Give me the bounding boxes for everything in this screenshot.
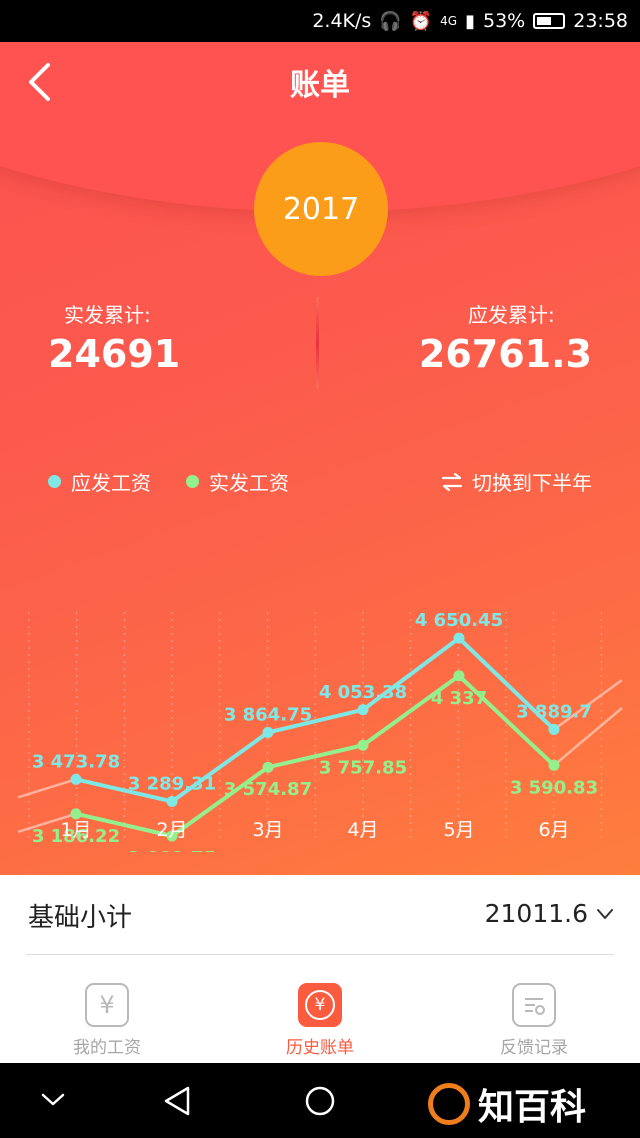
summary-divider	[316, 297, 319, 389]
subtotal-value: 21011.6	[484, 899, 588, 928]
swap-icon	[442, 472, 462, 491]
bill-hero: 账单 2017 实发累计: 24691 应发累计: 26761.3 应发工资 实…	[0, 42, 640, 875]
tab-feedback-record-label: 反馈记录	[500, 1038, 568, 1058]
legend-gross-dot	[48, 475, 61, 488]
clock: 23:58	[573, 10, 628, 32]
legend-gross-label: 应发工资	[71, 471, 151, 495]
data-point	[70, 808, 82, 820]
data-point	[262, 761, 274, 773]
data-point	[548, 723, 560, 735]
feedback-record-icon	[512, 983, 556, 1027]
history-yen-icon: ¥	[298, 983, 342, 1027]
network-speed: 2.4K/s	[312, 10, 372, 32]
legend-actual-dot	[186, 475, 199, 488]
data-point	[357, 704, 369, 716]
tab-bar: ¥ 我的工资 ¥ 历史账单 反馈记录	[0, 955, 640, 1063]
data-label: 4 337	[431, 688, 487, 709]
year-badge[interactable]: 2017	[254, 142, 388, 276]
watermark-text: 知百科	[478, 1087, 587, 1128]
battery-percent: 53%	[483, 10, 526, 32]
legend-actual: 实发工资	[186, 467, 289, 496]
data-label: 3 757.85	[319, 757, 407, 778]
legend-actual-label: 实发工资	[209, 471, 289, 495]
x-tick-label: 5月	[443, 819, 474, 841]
tab-history-bill-label: 历史账单	[286, 1038, 354, 1058]
chart-edge-line	[17, 778, 77, 799]
x-tick-label: 3月	[252, 819, 283, 841]
status-bar: 2.4K/s 🎧 ⏰ 4G ▮ 53% 23:58	[0, 0, 640, 42]
salary-line-chart: 3 473.78 3 289.31 3 864.75 4 053.38 4 650.45…	[17, 610, 623, 852]
gross-total-label: 应发累计:	[468, 303, 555, 327]
data-point	[70, 773, 82, 785]
yen-icon: ¥	[85, 983, 129, 1027]
back-triangle-icon[interactable]	[162, 1085, 192, 1117]
actual-total-label: 实发累计:	[64, 303, 151, 327]
tab-history-bill[interactable]: ¥ 历史账单	[240, 983, 400, 1058]
data-label: 3 001.75	[128, 848, 216, 852]
legend-gross: 应发工资	[48, 467, 151, 496]
switch-half-year-label: 切换到下半年	[472, 471, 592, 495]
subtotal-row[interactable]: 基础小计 21011.6	[0, 875, 640, 955]
data-label: 4 650.45	[415, 610, 503, 631]
x-tick-label: 6月	[538, 819, 569, 841]
data-point	[262, 726, 274, 738]
data-label: 3 473.78	[32, 751, 120, 772]
alarm-icon: ⏰	[409, 10, 433, 32]
hide-nav-icon[interactable]	[40, 1091, 66, 1109]
data-point	[357, 739, 369, 751]
x-tick-label: 2月	[156, 819, 187, 841]
data-label: 3 289.31	[128, 773, 216, 794]
data-label: 3 889.7	[516, 701, 592, 722]
data-label: 3 864.75	[224, 704, 312, 725]
x-tick-label: 1月	[60, 819, 91, 841]
data-point	[166, 795, 178, 807]
x-tick-label: 4月	[347, 819, 378, 841]
switch-half-year-button[interactable]: 切换到下半年	[442, 467, 592, 496]
actual-total-value: 24691	[48, 332, 181, 376]
network-type: 4G	[440, 14, 458, 28]
subtotal-label: 基础小计	[28, 903, 133, 933]
battery-icon	[533, 13, 566, 29]
watermark-logo-icon	[428, 1083, 470, 1125]
tab-my-salary[interactable]: ¥ 我的工资	[27, 983, 187, 1058]
data-point	[453, 670, 465, 682]
data-point	[548, 759, 560, 771]
watermark: 知百科	[428, 1078, 586, 1130]
headphone-icon: 🎧	[379, 10, 402, 32]
signal-icon: ▮	[465, 10, 475, 32]
data-label: 3 590.83	[510, 777, 598, 798]
tab-my-salary-label: 我的工资	[73, 1038, 141, 1058]
gross-total-value: 26761.3	[418, 332, 592, 376]
chevron-down-icon	[597, 909, 613, 919]
data-label: 3 574.87	[224, 779, 312, 800]
tab-feedback-record[interactable]: 反馈记录	[454, 983, 614, 1058]
data-point	[453, 632, 465, 644]
page-title: 账单	[290, 68, 350, 103]
home-circle-icon[interactable]	[304, 1085, 336, 1117]
data-label: 4 053.38	[319, 682, 407, 703]
